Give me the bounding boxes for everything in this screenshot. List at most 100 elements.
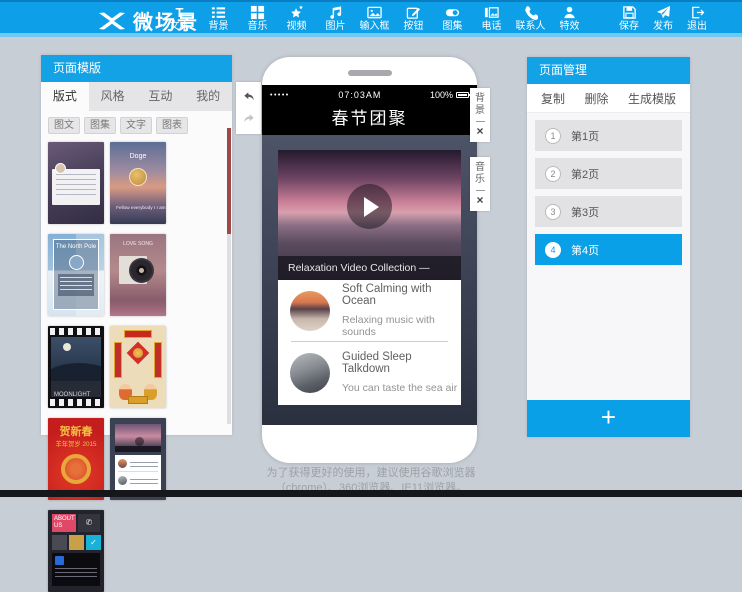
make-template-button[interactable]: 生成模版	[628, 90, 676, 107]
track-item[interactable]: Guided Sleep Talkdown You can taste the …	[278, 342, 461, 403]
page-number-badge: 2	[545, 166, 561, 182]
page-number-badge: 3	[545, 204, 561, 220]
close-icon[interactable]: ×	[476, 194, 483, 206]
top-toolbar: 微场景 T 文本 背景 音乐 视频 图片 输入框 按钮	[0, 0, 742, 37]
redo-icon[interactable]	[242, 113, 256, 125]
page-manager-panel: 页面管理 复制 删除 生成模版 1 第1页 2 第2页 3 第3页 4 第4页 …	[527, 57, 690, 437]
gallery-icon	[484, 5, 499, 20]
filter-text[interactable]: 文字	[120, 117, 152, 134]
save-button[interactable]: 保存	[612, 3, 646, 33]
page-manager-actions: 复制 删除 生成模版	[527, 84, 690, 113]
template-tiles[interactable]: ABOUT US ✆ ✓	[48, 510, 104, 592]
divider	[476, 121, 485, 122]
toolbar-item-background[interactable]: 背景	[199, 3, 238, 33]
text-icon: T	[172, 5, 187, 20]
track-thumbnail	[290, 353, 330, 393]
toolbar-item-button[interactable]: 按钮	[394, 3, 433, 33]
delete-button[interactable]: 删除	[584, 90, 608, 107]
track-item[interactable]: Soft Calming with Ocean Relaxing music w…	[278, 280, 461, 341]
image-icon	[367, 5, 382, 20]
filter-chart[interactable]: 图表	[156, 117, 188, 134]
toolbar-items: T 文本 背景 音乐 视频 图片 输入框 按钮 图集	[160, 3, 589, 33]
edit-icon	[406, 5, 421, 20]
toolbar-item-telephone[interactable]: 电话	[472, 3, 511, 33]
video-block[interactable]: Relaxation Video Collection —	[278, 150, 461, 280]
avatar	[55, 163, 66, 174]
play-icon	[135, 437, 144, 446]
template-doge[interactable]: Doge Fellow everybody I I am doge	[110, 142, 166, 224]
toolbar-item-album[interactable]: 图集	[433, 3, 472, 33]
tab-interactive[interactable]: 互动	[137, 82, 185, 111]
divider	[476, 190, 485, 191]
toggle-icon	[445, 5, 460, 20]
history-panel	[236, 82, 261, 134]
battery-percent: 100%	[430, 90, 453, 100]
page-manager-title: 页面管理	[527, 57, 690, 84]
exit-icon	[690, 5, 705, 20]
tab-style[interactable]: 风格	[89, 82, 137, 111]
avatar	[69, 255, 84, 270]
template-grid: Doge Fellow everybody I I am doge The No…	[41, 138, 232, 592]
template-scrollbar-thumb[interactable]	[227, 128, 231, 234]
tab-layout[interactable]: 版式	[41, 82, 89, 111]
battery-icon	[456, 92, 469, 98]
avatar	[129, 168, 147, 186]
exit-button[interactable]: 退出	[680, 3, 714, 33]
phone-speaker	[348, 70, 392, 76]
copy-button[interactable]: 复制	[541, 90, 565, 107]
publish-button[interactable]: 发布	[646, 3, 680, 33]
template-moonlight[interactable]: MOONLIGHT	[48, 326, 104, 408]
play-button[interactable]	[347, 184, 392, 229]
page-number-badge: 4	[545, 242, 561, 258]
check-tile-icon: ✓	[86, 535, 101, 550]
template-profile-card[interactable]	[48, 142, 104, 224]
template-new-year-couplets[interactable]	[110, 326, 166, 408]
filter-image-text[interactable]: 图文	[48, 117, 80, 134]
close-icon[interactable]: ×	[476, 125, 483, 137]
page-content: Relaxation Video Collection — Soft Calmi…	[262, 135, 477, 425]
template-panel-title: 页面模版	[41, 55, 232, 82]
bottom-strip	[0, 490, 742, 497]
template-love-song[interactable]: LOVE SONG	[110, 234, 166, 316]
grid-icon	[250, 5, 265, 20]
template-tabs: 版式 风格 互动 我的	[41, 82, 232, 111]
status-time: 07:03AM	[290, 90, 430, 100]
page-item-4[interactable]: 4 第4页	[535, 234, 682, 265]
moon	[63, 343, 71, 351]
page-number-badge: 1	[545, 128, 561, 144]
star-icon	[289, 5, 304, 20]
toolbar-item-input[interactable]: 输入框	[355, 3, 394, 33]
add-page-button[interactable]: +	[527, 400, 690, 437]
toolbar-item-text[interactable]: T 文本	[160, 3, 199, 33]
phone-preview: ••••• 07:03AM 100% 春节团聚 Relaxation Video…	[262, 57, 477, 463]
template-filters: 图文 图集 文字 图表	[41, 111, 232, 138]
track-thumbnail	[290, 291, 330, 331]
page-item-1[interactable]: 1 第1页	[535, 120, 682, 151]
phone-icon	[523, 5, 538, 20]
toolbar-item-video[interactable]: 视频	[277, 3, 316, 33]
signal-dots: •••••	[270, 92, 290, 99]
template-north-pole[interactable]: The North Pole	[48, 234, 104, 316]
music-note-icon	[328, 5, 343, 20]
undo-icon[interactable]	[242, 91, 256, 103]
person-icon	[562, 5, 577, 20]
layer-tab-background[interactable]: 背景 ×	[470, 88, 490, 142]
page-item-2[interactable]: 2 第2页	[535, 158, 682, 189]
toolbar-item-picture[interactable]: 图片	[316, 3, 355, 33]
list-icon	[211, 5, 226, 20]
tab-mine[interactable]: 我的	[184, 82, 232, 111]
toolbar-item-effects[interactable]: 特效	[550, 3, 589, 33]
toolbar-right-items: 保存 发布 退出	[612, 3, 714, 33]
layer-tab-music[interactable]: 音乐 ×	[470, 157, 490, 211]
page-item-3[interactable]: 3 第3页	[535, 196, 682, 227]
save-icon	[622, 5, 637, 20]
template-panel: 页面模版 版式 风格 互动 我的 图文 图集 文字 图表 Doge Fellow…	[41, 55, 232, 435]
phone-tile-icon: ✆	[78, 514, 100, 532]
toolbar-item-music[interactable]: 音乐	[238, 3, 277, 33]
filter-album[interactable]: 图集	[84, 117, 116, 134]
page-title[interactable]: 春节团聚	[262, 105, 477, 135]
send-icon	[656, 5, 671, 20]
video-caption: Relaxation Video Collection —	[278, 256, 461, 280]
toolbar-item-contacts[interactable]: 联系人	[511, 3, 550, 33]
logo-x-icon	[97, 10, 127, 32]
